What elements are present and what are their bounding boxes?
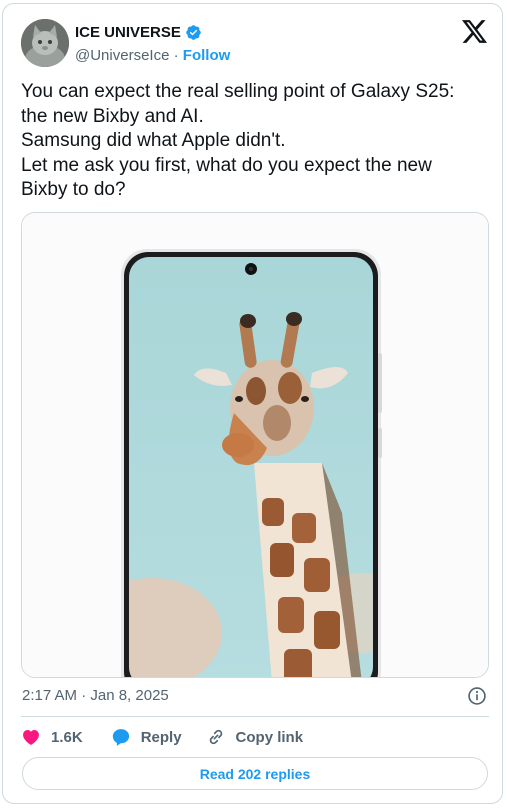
- verified-badge-icon: [186, 25, 201, 40]
- reply-label: Reply: [140, 728, 182, 746]
- author-name[interactable]: ICE UNIVERSE: [75, 24, 181, 41]
- tweet-timestamp[interactable]: 2:17 AM · Jan 8, 2025: [22, 687, 169, 704]
- author-handle-row: @UniverseIce · Follow: [75, 47, 230, 64]
- copy-link-label: Copy link: [235, 728, 304, 746]
- tweet-actions: 1.6K Reply Copy link: [21, 725, 303, 749]
- tweet-text-line: Let me ask you first, what do you expect…: [21, 154, 432, 176]
- tweet-text-line: Bixby to do?: [21, 179, 126, 200]
- tweet-text-line: Samsung did what Apple didn't.: [21, 130, 286, 151]
- like-button[interactable]: 1.6K: [21, 727, 83, 747]
- tweet-text: You can expect the real selling point of…: [21, 80, 491, 203]
- author-name-row[interactable]: ICE UNIVERSE: [75, 24, 202, 41]
- reply-button[interactable]: Reply: [111, 727, 182, 747]
- cat-avatar-image: [21, 19, 69, 67]
- like-count: 1.6K: [51, 728, 83, 746]
- divider: [21, 716, 489, 717]
- heart-icon: [23, 730, 39, 745]
- phone-giraffe-image: [22, 213, 488, 677]
- handle-separator: ·: [173, 47, 179, 64]
- tweet-card: ICE UNIVERSE @UniverseIce · Follow You c…: [2, 3, 503, 804]
- copy-link-button[interactable]: Copy link: [206, 727, 304, 747]
- info-icon[interactable]: [467, 686, 487, 706]
- tweet-media-image[interactable]: [21, 212, 489, 678]
- follow-button[interactable]: Follow: [183, 47, 231, 64]
- tweet-text-line: You can expect the real selling point of…: [21, 81, 455, 102]
- read-replies-button[interactable]: Read 202 replies: [22, 757, 488, 790]
- author-avatar[interactable]: [21, 19, 69, 67]
- link-icon: [209, 729, 222, 745]
- reply-bubble-icon: [112, 729, 129, 746]
- x-logo-icon[interactable]: [462, 20, 488, 44]
- author-handle[interactable]: @UniverseIce: [75, 47, 169, 64]
- tweet-text-line: the new Bixby and AI.: [21, 105, 204, 127]
